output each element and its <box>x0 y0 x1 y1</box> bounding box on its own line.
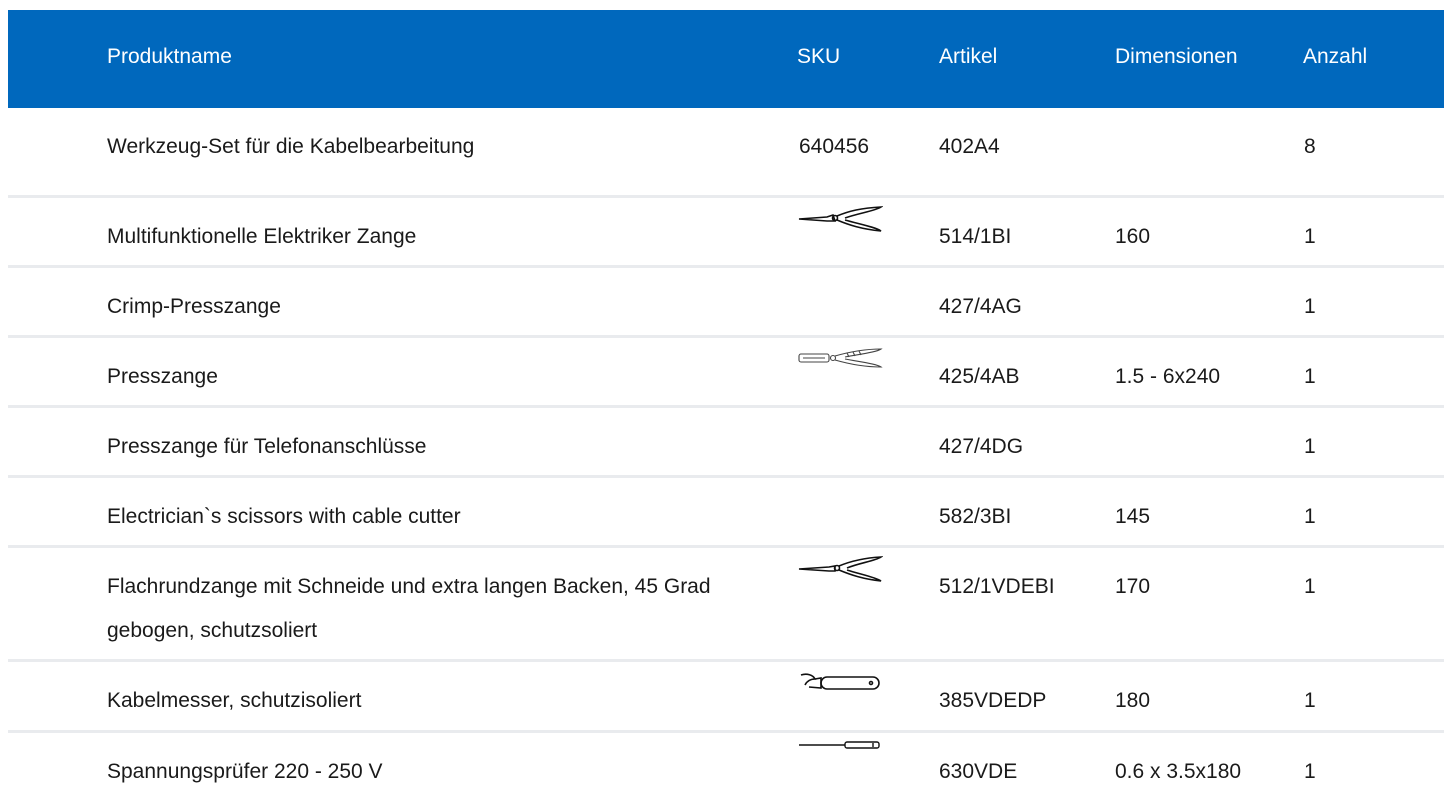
product-quantity: 1 <box>1304 295 1316 318</box>
product-quantity: 1 <box>1304 435 1316 458</box>
product-article: 402A4 <box>939 135 1000 158</box>
product-quantity: 1 <box>1304 575 1316 598</box>
product-article: 582/3BI <box>939 505 1012 528</box>
product-article: 427/4AG <box>939 295 1022 318</box>
product-name: Werkzeug-Set für die Kabelbearbeitung <box>107 135 475 158</box>
product-name: Multifunktionelle Elektriker Zange <box>107 225 417 248</box>
product-article: 630VDE <box>939 760 1018 783</box>
product-name: Flachrundzange mit Schneide und extra la… <box>107 575 711 642</box>
table-row: Presszange 425/4AB 1.5 - 6x240 1 <box>8 338 1444 408</box>
product-quantity: 8 <box>1304 135 1316 158</box>
cable-knife-icon <box>797 669 883 697</box>
product-dimensions: 1.5 - 6x240 <box>1115 365 1221 388</box>
product-name: Spannungsprüfer 220 - 250 V <box>107 760 383 783</box>
pliers-icon <box>797 205 883 233</box>
table-row: Flachrundzange mit Schneide und extra la… <box>8 548 1444 662</box>
product-dimensions: 170 <box>1115 575 1151 598</box>
header-article: Artikel <box>939 45 998 68</box>
product-quantity: 1 <box>1304 689 1316 712</box>
table-row: Electrician`s scissors with cable cutter… <box>8 478 1444 548</box>
voltage-tester-icon <box>797 740 883 768</box>
header-quantity: Anzahl <box>1303 45 1368 68</box>
header-dimensions: Dimensionen <box>1115 45 1238 68</box>
product-dimensions: 180 <box>1115 689 1151 712</box>
product-name: Presszange für Telefonanschlüsse <box>107 435 427 458</box>
table-row: Spannungsprüfer 220 - 250 V 630VDE 0.6 x… <box>8 733 1444 795</box>
table-row: Crimp-Presszange 427/4AG 1 <box>8 268 1444 338</box>
product-dimensions: 145 <box>1115 505 1151 528</box>
product-name: Presszange <box>107 365 218 388</box>
table-header: Produktname SKU Artikel Dimensionen Anza… <box>8 10 1444 108</box>
table-row: Multifunktionelle Elektriker Zange 514/1… <box>8 198 1444 268</box>
product-article: 385VDEDP <box>939 689 1047 712</box>
table-row: Presszange für Telefonanschlüsse 427/4DG… <box>8 408 1444 478</box>
product-quantity: 1 <box>1304 365 1316 388</box>
header-sku: SKU <box>797 45 841 68</box>
product-article: 427/4DG <box>939 435 1024 458</box>
product-name: Electrician`s scissors with cable cutter <box>107 505 461 528</box>
long-nose-pliers-icon <box>797 555 883 583</box>
product-name: Crimp-Presszange <box>107 295 281 318</box>
product-quantity: 1 <box>1304 505 1316 528</box>
product-dimensions: 0.6 x 3.5x180 <box>1115 760 1242 783</box>
table-row: Werkzeug-Set für die Kabelbearbeitung 64… <box>8 108 1444 198</box>
product-article: 514/1BI <box>939 225 1012 248</box>
product-quantity: 1 <box>1304 225 1316 248</box>
product-name: Kabelmesser, schutzisoliert <box>107 689 362 712</box>
product-article: 512/1VDEBI <box>939 575 1055 598</box>
table-row: Kabelmesser, schutzisoliert 385VDEDP 180… <box>8 662 1444 733</box>
product-table: Produktname SKU Artikel Dimensionen Anza… <box>8 10 1444 795</box>
product-article: 425/4AB <box>939 365 1020 388</box>
crimping-pliers-icon <box>797 345 883 373</box>
product-quantity: 1 <box>1304 760 1316 783</box>
product-dimensions: 160 <box>1115 225 1151 248</box>
header-product-name: Produktname <box>107 45 232 68</box>
product-sku: 640456 <box>799 135 870 158</box>
